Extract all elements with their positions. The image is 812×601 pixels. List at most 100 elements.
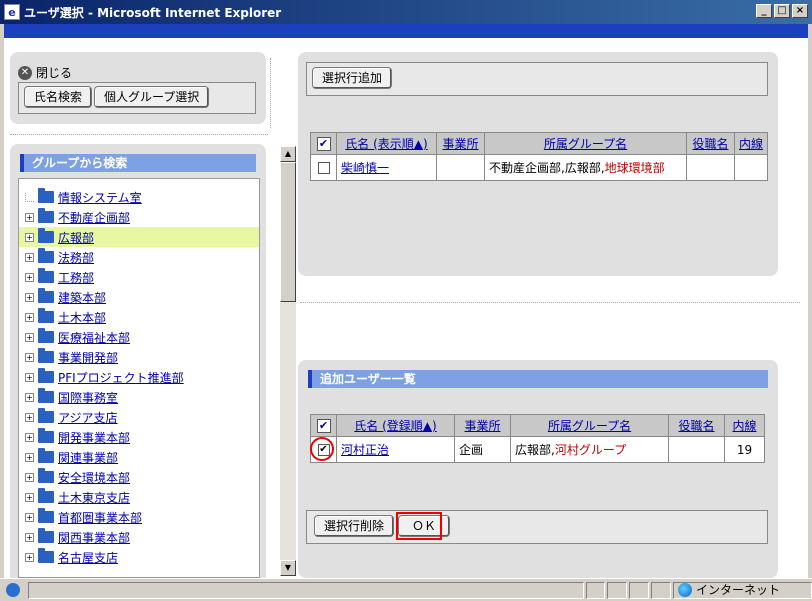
tree-item-label[interactable]: 関連事業部 xyxy=(58,449,118,466)
tree-item[interactable]: + 建築本部 xyxy=(19,287,259,307)
tree-item-label[interactable]: 情報システム室 xyxy=(58,189,142,206)
tree-item-label[interactable]: 土木本部 xyxy=(58,309,106,326)
tree-item[interactable]: + アジア支店 xyxy=(19,407,259,427)
name-search-button[interactable]: 氏名検索 xyxy=(25,87,92,107)
add-selected-button[interactable]: 選択行追加 xyxy=(313,68,392,88)
personal-group-button[interactable]: 個人グループ選択 xyxy=(95,87,209,107)
tree-item[interactable]: + 国際事務室 xyxy=(19,387,259,407)
expand-icon[interactable]: + xyxy=(25,332,34,342)
folder-icon xyxy=(38,308,54,323)
tree-item-label[interactable]: アジア支店 xyxy=(58,409,118,426)
tree-item-label[interactable]: 開発事業本部 xyxy=(58,429,130,446)
col-office[interactable]: 事業所 xyxy=(436,132,485,155)
tree-item[interactable]: + 広報部 xyxy=(19,227,259,247)
tree-item-label[interactable]: 医療福祉本部 xyxy=(58,329,130,346)
maximize-button[interactable]: □ xyxy=(774,4,790,18)
scroll-thumb[interactable] xyxy=(280,162,296,302)
select-all-checkbox[interactable]: ✔ xyxy=(316,136,331,151)
tree-item[interactable]: + 不動産企画部 xyxy=(19,207,259,227)
tree-item[interactable]: 情報システム室 xyxy=(19,187,259,207)
group-text: 広報部, xyxy=(515,443,555,457)
folder-icon xyxy=(38,228,54,243)
folder-icon xyxy=(38,248,54,263)
expand-icon[interactable]: + xyxy=(25,352,34,362)
ie-page-icon: e xyxy=(4,4,20,20)
ext-cell xyxy=(733,154,769,181)
select-all-checkbox[interactable]: ✔ xyxy=(316,418,331,433)
scroll-up-icon[interactable]: ▲ xyxy=(280,146,296,162)
group-cell: 広報部,河村グループ xyxy=(510,436,669,463)
user-name-link[interactable]: 柴崎慎一 xyxy=(341,161,389,175)
expand-icon[interactable]: + xyxy=(25,292,34,302)
tree-item-label[interactable]: 名古屋支店 xyxy=(58,549,118,566)
col-group[interactable]: 所属グループ名 xyxy=(484,132,687,155)
tree-item-label[interactable]: 安全環境本部 xyxy=(58,469,130,486)
expand-icon[interactable]: + xyxy=(25,232,34,242)
tree-item[interactable]: + 事業開発部 xyxy=(19,347,259,367)
tree-item-label[interactable]: 事業開発部 xyxy=(58,349,118,366)
col-office[interactable]: 事業所 xyxy=(454,414,511,437)
close-link[interactable]: ✕ 閉じる xyxy=(18,64,72,81)
status-text-cell xyxy=(27,581,584,599)
tree-item-label[interactable]: 土木東京支店 xyxy=(58,489,130,506)
expand-icon[interactable]: + xyxy=(25,272,34,282)
col-group[interactable]: 所属グループ名 xyxy=(510,414,669,437)
tree-item-label[interactable]: PFIプロジェクト推進部 xyxy=(58,369,184,386)
tree-item[interactable]: + 名古屋支店 xyxy=(19,547,259,567)
expand-icon[interactable]: + xyxy=(25,512,34,522)
tree-item[interactable]: + 関西事業本部 xyxy=(19,527,259,547)
folder-icon xyxy=(38,468,54,483)
user-name-link[interactable]: 河村正治 xyxy=(341,443,389,457)
close-window-button[interactable]: × xyxy=(792,4,808,18)
expand-icon[interactable]: + xyxy=(25,412,34,422)
tree-item[interactable]: + 土木本部 xyxy=(19,307,259,327)
scroll-down-icon[interactable]: ▼ xyxy=(280,560,296,576)
expand-icon[interactable]: + xyxy=(25,492,34,502)
group-text-red: 河村グループ xyxy=(554,443,627,457)
search-mode-buttons: 氏名検索 個人グループ選択 xyxy=(18,82,256,114)
tree-item[interactable]: + 工務部 xyxy=(19,267,259,287)
tree-item-label[interactable]: 建築本部 xyxy=(58,289,106,306)
tree-line-icon xyxy=(25,192,34,202)
tree-item-label[interactable]: 不動産企画部 xyxy=(58,209,130,226)
tree-item[interactable]: + 土木東京支店 xyxy=(19,487,259,507)
col-name[interactable]: 氏名 (表示順▲) xyxy=(336,132,437,155)
expand-icon[interactable]: + xyxy=(25,532,34,542)
expand-icon[interactable]: + xyxy=(25,372,34,382)
col-ext[interactable]: 内線 xyxy=(733,132,769,155)
expand-icon[interactable]: + xyxy=(25,312,34,322)
close-label: 閉じる xyxy=(36,66,73,80)
col-ext[interactable]: 内線 xyxy=(724,414,765,437)
expand-icon[interactable]: + xyxy=(25,392,34,402)
col-title[interactable]: 役職名 xyxy=(668,414,725,437)
tree-item[interactable]: + 安全環境本部 xyxy=(19,467,259,487)
expand-icon[interactable]: + xyxy=(25,472,34,482)
expand-icon[interactable]: + xyxy=(25,552,34,562)
tree-item-label[interactable]: 関西事業本部 xyxy=(58,529,130,546)
tree-item-label[interactable]: 首都圏事業本部 xyxy=(58,509,142,526)
minimize-button[interactable]: _ xyxy=(756,4,772,18)
tree-item-label[interactable]: 国際事務室 xyxy=(58,389,118,406)
globe-icon xyxy=(678,583,693,597)
vertical-scrollbar[interactable]: ▲ ▼ xyxy=(280,146,296,576)
expand-icon[interactable]: + xyxy=(25,252,34,262)
tree-item[interactable]: + 首都圏事業本部 xyxy=(19,507,259,527)
ie-status-icon xyxy=(6,583,20,597)
expand-icon[interactable]: + xyxy=(25,432,34,442)
tree-item-label[interactable]: 広報部 xyxy=(58,229,94,246)
expand-icon[interactable]: + xyxy=(25,212,34,222)
tree-item[interactable]: + 関連事業部 xyxy=(19,447,259,467)
tree-item-label[interactable]: 法務部 xyxy=(58,249,94,266)
delete-selected-button[interactable]: 選択行削除 xyxy=(315,516,394,536)
col-name[interactable]: 氏名 (登録順▲) xyxy=(336,414,455,437)
folder-icon xyxy=(38,408,54,423)
col-title[interactable]: 役職名 xyxy=(686,132,735,155)
tree-item[interactable]: + 法務部 xyxy=(19,247,259,267)
tree-item-label[interactable]: 工務部 xyxy=(58,269,94,286)
tree-item[interactable]: + PFIプロジェクト推進部 xyxy=(19,367,259,387)
tree-item[interactable]: + 開発事業本部 xyxy=(19,427,259,447)
tree-item[interactable]: + 医療福祉本部 xyxy=(19,327,259,347)
row-checkbox[interactable] xyxy=(317,161,330,174)
table-row: 柴崎慎一 不動産企画部,広報部,地球環境部 xyxy=(310,154,769,181)
expand-icon[interactable]: + xyxy=(25,452,34,462)
